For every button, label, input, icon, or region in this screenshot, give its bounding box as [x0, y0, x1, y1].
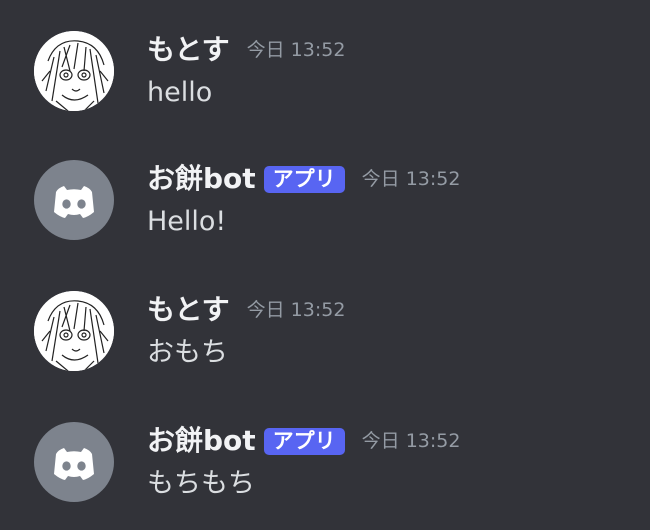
message-content: Hello! — [147, 206, 227, 237]
message-content: おもち — [147, 337, 228, 368]
discord-logo-icon — [54, 186, 94, 218]
message-header: もとす 今日 13:52 — [147, 33, 345, 67]
timestamp: 今日 13:52 — [246, 39, 346, 61]
bot-avatar[interactable] — [34, 422, 114, 502]
message-header: もとす 今日 13:52 — [147, 293, 345, 327]
user-avatar[interactable] — [34, 31, 114, 111]
username[interactable]: お餅bot — [147, 424, 256, 458]
timestamp: 今日 13:52 — [246, 299, 346, 321]
app-badge: アプリ — [263, 427, 345, 455]
anime-sketch-avatar-icon — [34, 31, 114, 111]
discord-logo-icon — [54, 448, 94, 480]
chat-message-list: もとす 今日 13:52 hello お餅bot アプリ 今日 13:52 He… — [0, 0, 650, 530]
message-item: もとす 今日 13:52 hello — [0, 31, 650, 139]
message-header: お餅bot アプリ 今日 13:52 — [147, 424, 460, 458]
message-item: お餅bot アプリ 今日 13:52 Hello! — [0, 160, 650, 268]
anime-sketch-avatar-icon — [34, 291, 114, 371]
timestamp: 今日 13:52 — [361, 430, 461, 452]
message-content: hello — [147, 77, 213, 108]
username[interactable]: もとす — [147, 33, 230, 67]
username[interactable]: もとす — [147, 293, 230, 327]
message-header: お餅bot アプリ 今日 13:52 — [147, 162, 460, 196]
message-content: もちもち — [147, 468, 255, 499]
username[interactable]: お餅bot — [147, 162, 256, 196]
message-item: お餅bot アプリ 今日 13:52 もちもち — [0, 422, 650, 530]
timestamp: 今日 13:52 — [361, 168, 461, 190]
app-badge: アプリ — [263, 165, 345, 193]
message-item: もとす 今日 13:52 おもち — [0, 291, 650, 399]
bot-avatar[interactable] — [34, 160, 114, 240]
user-avatar[interactable] — [34, 291, 114, 371]
